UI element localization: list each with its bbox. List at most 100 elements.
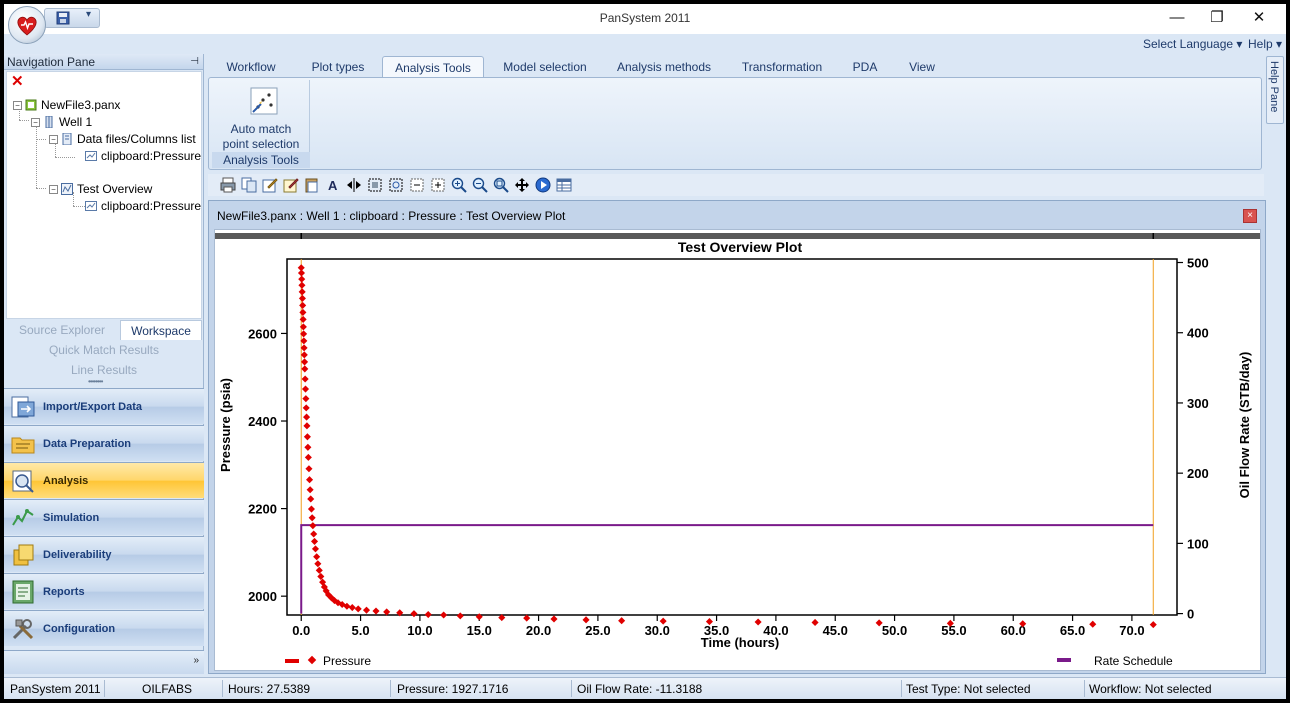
print-icon[interactable]: [220, 177, 236, 193]
minimize-button[interactable]: —: [1164, 8, 1190, 28]
plus-box-icon[interactable]: [430, 177, 446, 193]
status-company: OILFABS: [142, 682, 193, 696]
plot-toolbar: A: [208, 174, 1264, 196]
properties-icon[interactable]: [283, 177, 299, 193]
quick-match-results-link[interactable]: Quick Match Results: [4, 343, 204, 357]
tab-model-selection[interactable]: Model selection: [484, 56, 606, 78]
ribbon-group-analysis-tools: Auto match point selection Analysis Tool…: [212, 80, 310, 168]
tab-pda[interactable]: PDA: [842, 56, 888, 78]
play-icon[interactable]: [535, 177, 551, 193]
zoom-out-icon[interactable]: [472, 177, 488, 193]
status-oil-flow-rate: Oil Flow Rate: -11.3188: [577, 682, 703, 696]
zoom-fit-icon[interactable]: [493, 177, 509, 193]
test-overview-icon: [61, 183, 73, 195]
text-icon[interactable]: A: [325, 177, 341, 193]
project-tree: ✕ − NewFile3.panx − Well 1 − Data files/…: [6, 71, 202, 319]
tab-workspace[interactable]: Workspace: [120, 320, 202, 340]
reports-icon: [12, 580, 34, 603]
heart-logo-icon: [17, 16, 37, 36]
tab-transformation[interactable]: Transformation: [722, 56, 842, 78]
y2-tick-label: 0: [1187, 607, 1194, 622]
splitter-grip[interactable]: ••••••••: [88, 377, 103, 386]
chevron-double-icon: »: [193, 655, 199, 666]
nav-button-label: Import/Export Data: [43, 400, 143, 413]
y2-tick-label: 200: [1187, 466, 1209, 481]
tab-workflow[interactable]: Workflow: [208, 56, 294, 78]
language-bar: Select Language ▾ Help ▾: [4, 34, 1286, 54]
close-tree-icon[interactable]: ✕: [11, 74, 24, 89]
app-window: ▾ PanSystem 2011 — ❐ ✕ Select Language ▾…: [4, 4, 1286, 699]
close-button[interactable]: ✕: [1246, 8, 1272, 28]
well-icon: [45, 116, 53, 128]
nav-button-import-export[interactable]: Import/Export Data: [4, 388, 204, 424]
tree-node-data-files[interactable]: − Data files/Columns list: [49, 131, 196, 147]
collapse-toggle-icon[interactable]: −: [13, 100, 22, 110]
table-icon[interactable]: [556, 177, 572, 193]
paste-icon[interactable]: [304, 177, 320, 193]
auto-match-icon[interactable]: [249, 86, 279, 116]
tree-node-clipboard-2[interactable]: clipboard:Pressure: [85, 198, 201, 214]
ribbon-panel: Auto match point selection Analysis Tool…: [208, 77, 1262, 170]
x-tick-label: 70.0: [1119, 623, 1144, 638]
tree-node-file[interactable]: − NewFile3.panx: [13, 97, 120, 113]
copy-icon[interactable]: [241, 177, 257, 193]
minus-box-icon[interactable]: [409, 177, 425, 193]
x-tick-label: 20.0: [526, 623, 551, 638]
nav-button-data-preparation[interactable]: Data Preparation: [4, 425, 204, 461]
split-arrows-icon[interactable]: [346, 177, 362, 193]
y-tick-label: 2200: [248, 502, 277, 517]
zoom-in-icon[interactable]: [451, 177, 467, 193]
y-tick-label: 2000: [248, 589, 277, 604]
plot-canvas[interactable]: Test Overview Plot 2000 2200 2400 2600 0 100…: [214, 229, 1261, 671]
collapse-toggle-icon[interactable]: −: [49, 134, 58, 144]
nav-button-configuration[interactable]: Configuration: [4, 610, 204, 646]
select-region-icon[interactable]: [367, 177, 383, 193]
analysis-icon: [12, 470, 34, 493]
help-menu[interactable]: Help ▾: [1248, 37, 1282, 51]
help-pane-tab[interactable]: Help Pane: [1266, 56, 1284, 124]
tree-node-test-overview[interactable]: − Test Overview: [49, 181, 152, 197]
nav-button-deliverability[interactable]: Deliverability: [4, 536, 204, 572]
tree-node-label: NewFile3.panx: [41, 98, 121, 112]
zoom-region-icon[interactable]: [388, 177, 404, 193]
chart-icon: [85, 151, 97, 161]
tab-view[interactable]: View: [888, 56, 956, 78]
auto-match-label-line-2: point selection: [222, 137, 300, 151]
collapse-toggle-icon[interactable]: −: [49, 184, 58, 194]
application-menu-button[interactable]: [8, 6, 46, 44]
help-pane-label: Help Pane: [1268, 61, 1280, 113]
pan-icon[interactable]: [514, 177, 530, 193]
nav-button-analysis[interactable]: Analysis: [4, 462, 204, 498]
x-tick-label: 45.0: [823, 623, 848, 638]
nav-button-reports[interactable]: Reports: [4, 573, 204, 609]
nav-button-label: Configuration: [43, 622, 116, 635]
close-document-button[interactable]: ×: [1243, 209, 1257, 223]
x-tick-label: 65.0: [1060, 623, 1085, 638]
navigation-pane-title: Navigation Pane: [7, 55, 96, 69]
y2-tick-label: 500: [1187, 256, 1209, 271]
svg-text:A: A: [328, 178, 338, 193]
select-language-menu[interactable]: Select Language ▾: [1143, 37, 1242, 51]
tree-node-well[interactable]: − Well 1: [31, 114, 92, 130]
tab-analysis-tools[interactable]: Analysis Tools: [382, 56, 484, 78]
restore-button[interactable]: ❐: [1204, 8, 1230, 28]
line-results-link[interactable]: Line Results: [4, 363, 204, 377]
pin-icon[interactable]: ⊣: [190, 54, 199, 70]
nav-button-simulation[interactable]: Simulation: [4, 499, 204, 535]
tab-source-explorer[interactable]: Source Explorer: [4, 320, 120, 340]
tree-node-clipboard-1[interactable]: clipboard:Pressure: [85, 148, 201, 164]
nav-button-label: Data Preparation: [43, 437, 132, 450]
collapse-toggle-icon[interactable]: −: [31, 117, 40, 127]
test-overview-chart[interactable]: Test Overview Plot 2000 2200 2400 2600 0 100…: [215, 230, 1260, 670]
y2-tick-label: 400: [1187, 326, 1209, 341]
auto-match-button[interactable]: Auto match point selection: [212, 122, 310, 152]
y2-tick-label: 100: [1187, 536, 1209, 551]
nav-button-label: Analysis: [43, 474, 89, 487]
navigation-pane-header: Navigation Pane ⊣: [4, 54, 203, 70]
status-pressure: Pressure: 1927.1716: [397, 682, 509, 696]
x-tick-label: 55.0: [941, 623, 966, 638]
tab-analysis-methods[interactable]: Analysis methods: [606, 56, 722, 78]
tab-plot-types[interactable]: Plot types: [294, 56, 382, 78]
edit-icon[interactable]: [262, 177, 278, 193]
nav-more-button[interactable]: »: [4, 650, 204, 674]
